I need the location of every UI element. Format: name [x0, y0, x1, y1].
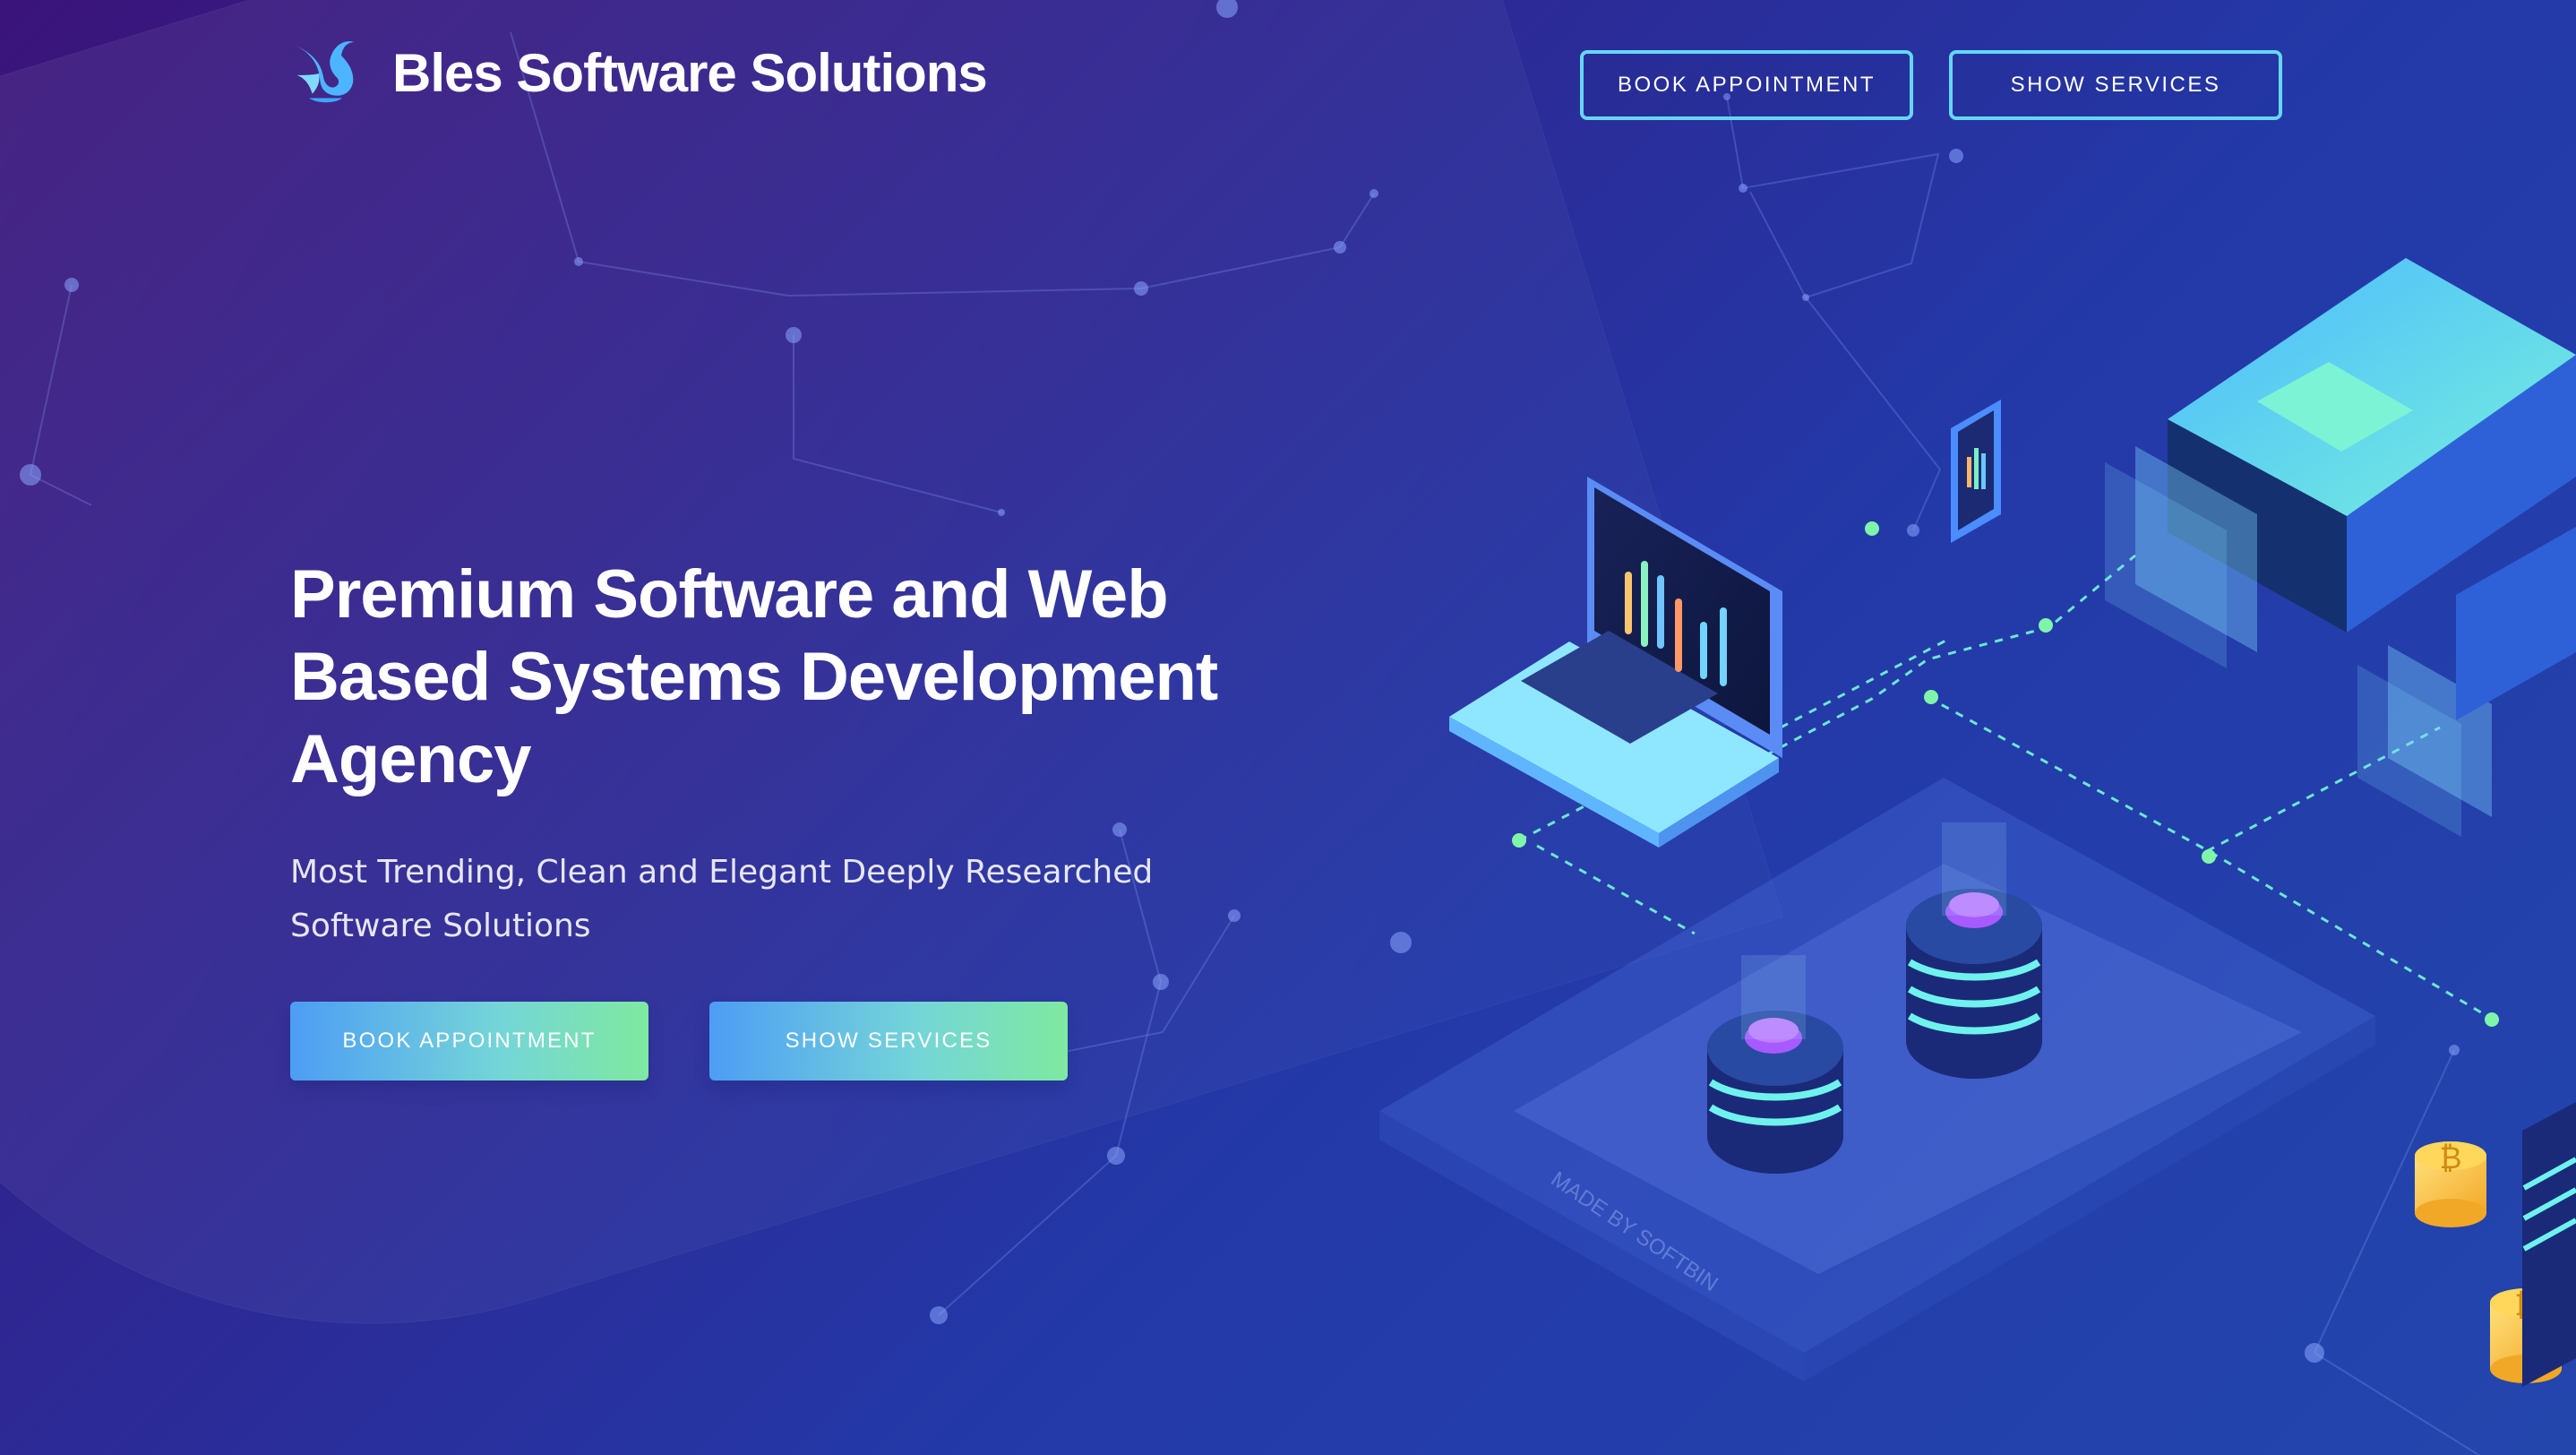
swan-icon — [293, 41, 355, 103]
header-show-services-button[interactable]: SHOW SERVICES — [1949, 50, 2282, 120]
brand-name: Bles Software Solutions — [392, 43, 988, 103]
brand-link[interactable]: Bles Software Solutions — [290, 39, 988, 108]
header-book-appointment-button[interactable]: BOOK APPOINTMENT — [1580, 50, 1913, 120]
hero-show-services-button[interactable]: SHOW SERVICES — [709, 1002, 1068, 1080]
hero-title: Premium Software and Web Based Systems D… — [290, 556, 1218, 797]
hero-content: Premium Software and Web Based Systems D… — [290, 554, 1258, 1080]
site-header: Bles Software Solutions BOOK APPOINTMENT… — [290, 39, 2282, 125]
header-actions: BOOK APPOINTMENT SHOW SERVICES — [1580, 50, 2282, 120]
hero-subtitle: Most Trending, Clean and Elegant Deeply … — [290, 854, 1154, 944]
hero-actions: BOOK APPOINTMENT SHOW SERVICES — [290, 1002, 1258, 1080]
hero-book-appointment-button[interactable]: BOOK APPOINTMENT — [290, 1002, 648, 1080]
